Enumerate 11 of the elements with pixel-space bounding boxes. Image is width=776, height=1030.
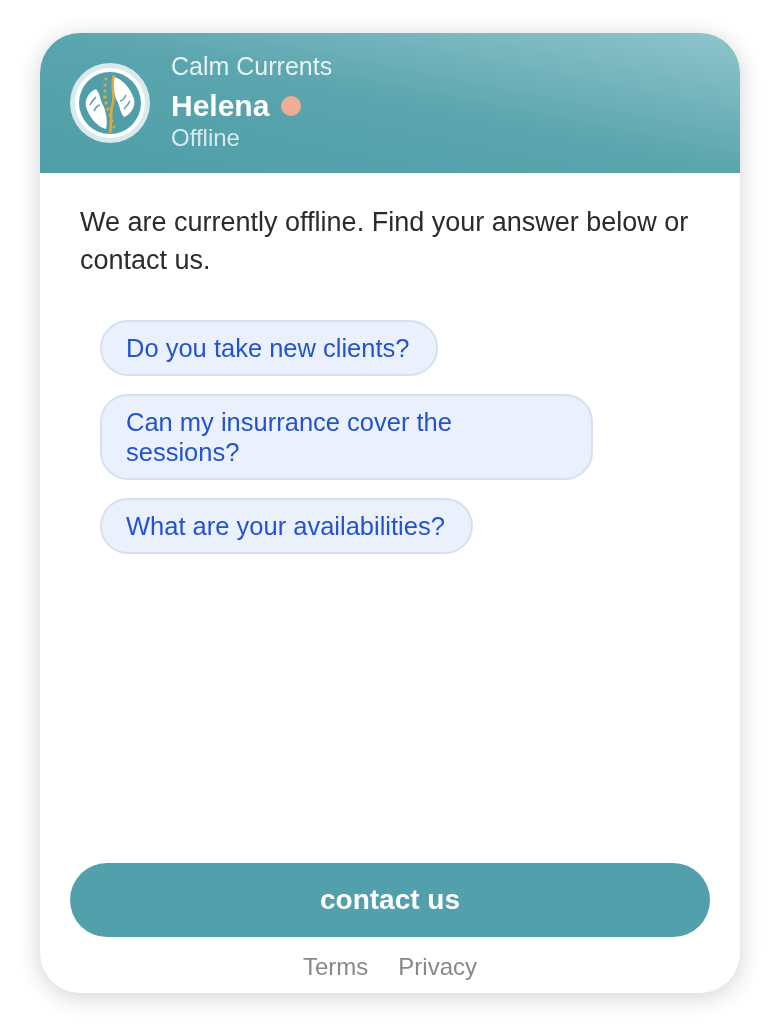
company-name: Calm Currents xyxy=(171,51,333,81)
contact-us-button[interactable]: contact us xyxy=(70,863,710,937)
quick-reply-button[interactable]: What are your availabilities? xyxy=(100,498,473,554)
offline-message: We are currently offline. Find your answer below or contact us. xyxy=(80,206,690,277)
agent-name: Helena xyxy=(171,88,270,124)
footer-link[interactable]: Terms xyxy=(303,952,369,982)
quick-reply-button[interactable]: Do you take new clients? xyxy=(100,320,438,376)
quick-reply-button[interactable]: Can my insurrance cover the sessions? xyxy=(100,394,593,480)
agent-status: Offline xyxy=(171,124,241,152)
logo-icon xyxy=(70,63,150,143)
footer-link[interactable]: Privacy xyxy=(398,952,477,982)
